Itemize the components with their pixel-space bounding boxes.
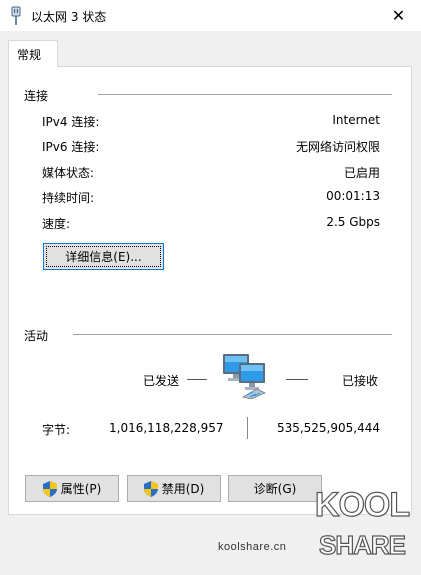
activity-divider bbox=[73, 334, 392, 335]
sent-dash bbox=[187, 379, 207, 380]
svg-text:KOOL: KOOL bbox=[315, 486, 409, 524]
disable-button-label: 禁用(D) bbox=[161, 482, 205, 496]
network-adapter-icon bbox=[11, 6, 21, 25]
sent-label: 已发送 bbox=[143, 374, 180, 388]
close-button[interactable]: ✕ bbox=[376, 0, 421, 31]
received-dash bbox=[286, 379, 308, 380]
speed-value: 2.5 Gbps bbox=[326, 215, 380, 229]
window-title: 以太网 3 状态 bbox=[31, 10, 107, 24]
network-computers-icon bbox=[223, 354, 266, 399]
tab-general[interactable]: 常规 bbox=[8, 40, 58, 67]
details-button[interactable]: 详细信息(E)... bbox=[43, 243, 164, 270]
title-bar: 以太网 3 状态 ✕ bbox=[0, 0, 421, 31]
duration-value: 00:01:13 bbox=[326, 189, 380, 203]
received-label: 已接收 bbox=[342, 374, 379, 388]
ipv6-label: IPv6 连接: bbox=[42, 140, 100, 154]
uac-shield-icon bbox=[42, 480, 57, 497]
activity-section-label: 活动 bbox=[24, 329, 49, 343]
connection-divider bbox=[98, 94, 392, 95]
details-button-label: 详细信息(E)... bbox=[65, 250, 142, 264]
uac-shield-icon bbox=[143, 480, 158, 497]
media-state-label: 媒体状态: bbox=[42, 166, 95, 180]
ipv4-label: IPv4 连接: bbox=[42, 115, 100, 129]
duration-label: 持续时间: bbox=[42, 191, 95, 205]
diagnose-button-label: 诊断(G) bbox=[253, 482, 297, 496]
tab-label: 常规 bbox=[17, 48, 42, 62]
bytes-divider bbox=[247, 417, 248, 439]
bytes-sent-value: 1,016,118,228,957 bbox=[109, 421, 224, 435]
ipv4-value: Internet bbox=[332, 113, 380, 127]
ipv6-value: 无网络访问权限 bbox=[295, 140, 380, 154]
media-state-value: 已启用 bbox=[343, 166, 380, 180]
watermark-site: koolshare.cn bbox=[218, 541, 287, 553]
connection-section-label: 连接 bbox=[24, 89, 49, 103]
properties-button-label: 属性(P) bbox=[60, 482, 102, 496]
tab-panel bbox=[8, 66, 412, 515]
speed-label: 速度: bbox=[42, 217, 71, 231]
properties-button[interactable]: 属性(P) bbox=[25, 475, 119, 502]
koolshare-logo: KOOL SHARE bbox=[314, 485, 411, 560]
bytes-label: 字节: bbox=[42, 423, 71, 437]
close-icon: ✕ bbox=[391, 6, 406, 25]
disable-button[interactable]: 禁用(D) bbox=[127, 475, 221, 502]
bytes-received-value: 535,525,905,444 bbox=[276, 421, 380, 435]
svg-text:SHARE: SHARE bbox=[319, 530, 406, 560]
